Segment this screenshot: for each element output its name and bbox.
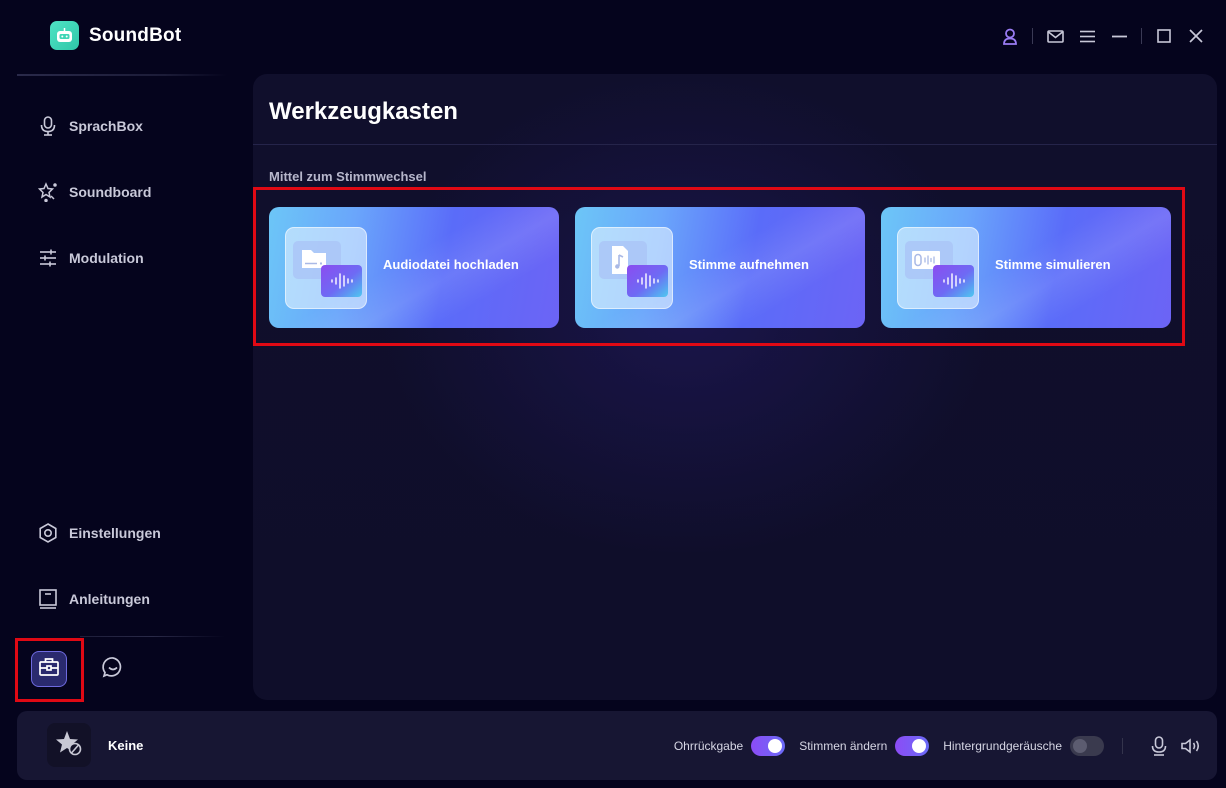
chat-icon <box>102 656 124 683</box>
sidebar-item-label: SprachBox <box>69 118 143 134</box>
app-logo: SoundBot <box>50 21 181 50</box>
tool-cards: Audiodatei hochladen Stimme aufnehmen St… <box>269 207 1171 328</box>
sidebar-item-label: Anleitungen <box>69 591 150 607</box>
microphone-icon[interactable] <box>1147 734 1171 758</box>
minimize-icon[interactable] <box>1103 24 1135 48</box>
app-name: SoundBot <box>89 24 182 46</box>
toggle-label: Stimmen ändern <box>799 738 888 753</box>
card-upload-audio[interactable]: Audiodatei hochladen <box>269 207 559 328</box>
voice-simulate-icon <box>897 227 979 309</box>
toggle-label: Hintergrundgeräusche <box>943 738 1062 753</box>
controls-separator <box>1141 28 1142 44</box>
sidebar-item-sprachbox[interactable]: SprachBox <box>38 116 143 136</box>
book-icon <box>38 589 58 609</box>
user-icon[interactable] <box>994 24 1026 48</box>
hamburger-menu-icon[interactable] <box>1071 24 1103 48</box>
sidebar-bottom-divider <box>80 636 225 637</box>
robot-icon <box>50 21 79 50</box>
sidebar-divider <box>17 74 227 76</box>
sliders-icon <box>38 248 58 268</box>
sidebar-item-modulation[interactable]: Modulation <box>38 248 144 268</box>
page-title: Werkzeugkasten <box>269 98 458 125</box>
sidebar-item-label: Modulation <box>69 250 144 266</box>
sidebar-item-label: Einstellungen <box>69 525 161 541</box>
bottom-bar: Keine Ohrrückgabe Stimmen ändern Hinterg… <box>17 711 1217 780</box>
maximize-icon[interactable] <box>1148 24 1180 48</box>
speaker-icon[interactable] <box>1179 734 1203 758</box>
card-label: Stimme simulieren <box>995 257 1111 272</box>
magic-star-icon <box>38 182 58 202</box>
card-label: Stimme aufnehmen <box>689 257 809 272</box>
toolbox-icon <box>39 657 59 681</box>
controls-separator <box>1122 737 1123 754</box>
toolbox-button[interactable] <box>31 651 67 687</box>
close-icon[interactable] <box>1180 24 1212 48</box>
mail-icon[interactable] <box>1039 24 1071 48</box>
sidebar-item-soundboard[interactable]: Soundboard <box>38 182 151 202</box>
current-voice-name: Keine <box>108 738 144 753</box>
toggle-label: Ohrrückgabe <box>673 738 744 753</box>
card-label: Audiodatei hochladen <box>383 257 519 272</box>
main-panel: Werkzeugkasten Mittel zum Stimmwechsel A… <box>253 74 1217 700</box>
controls-separator <box>1032 28 1033 44</box>
stimmen-aendern-toggle[interactable] <box>895 735 930 756</box>
folder-audio-icon <box>285 227 367 309</box>
sidebar-item-anleitungen[interactable]: Anleitungen <box>38 589 150 609</box>
hintergrundgeraeusche-toggle[interactable] <box>1070 735 1104 756</box>
ohrrueckgabe-toggle[interactable] <box>751 735 786 756</box>
microphone-icon <box>38 116 58 136</box>
no-voice-star-icon <box>55 730 83 761</box>
card-record-voice[interactable]: Stimme aufnehmen <box>575 207 865 328</box>
audio-controls: Ohrrückgabe Stimmen ändern Hintergrundge… <box>674 711 1203 780</box>
settings-icon <box>38 523 58 543</box>
current-voice-avatar[interactable] <box>47 723 91 767</box>
sidebar-item-label: Soundboard <box>69 184 152 200</box>
music-file-audio-icon <box>591 227 673 309</box>
chat-button[interactable] <box>100 656 126 682</box>
section-label: Mittel zum Stimmwechsel <box>269 169 427 184</box>
card-simulate-voice[interactable]: Stimme simulieren <box>881 207 1171 328</box>
sidebar-item-einstellungen[interactable]: Einstellungen <box>38 523 161 543</box>
window-controls <box>994 24 1212 48</box>
title-divider <box>253 144 1217 145</box>
